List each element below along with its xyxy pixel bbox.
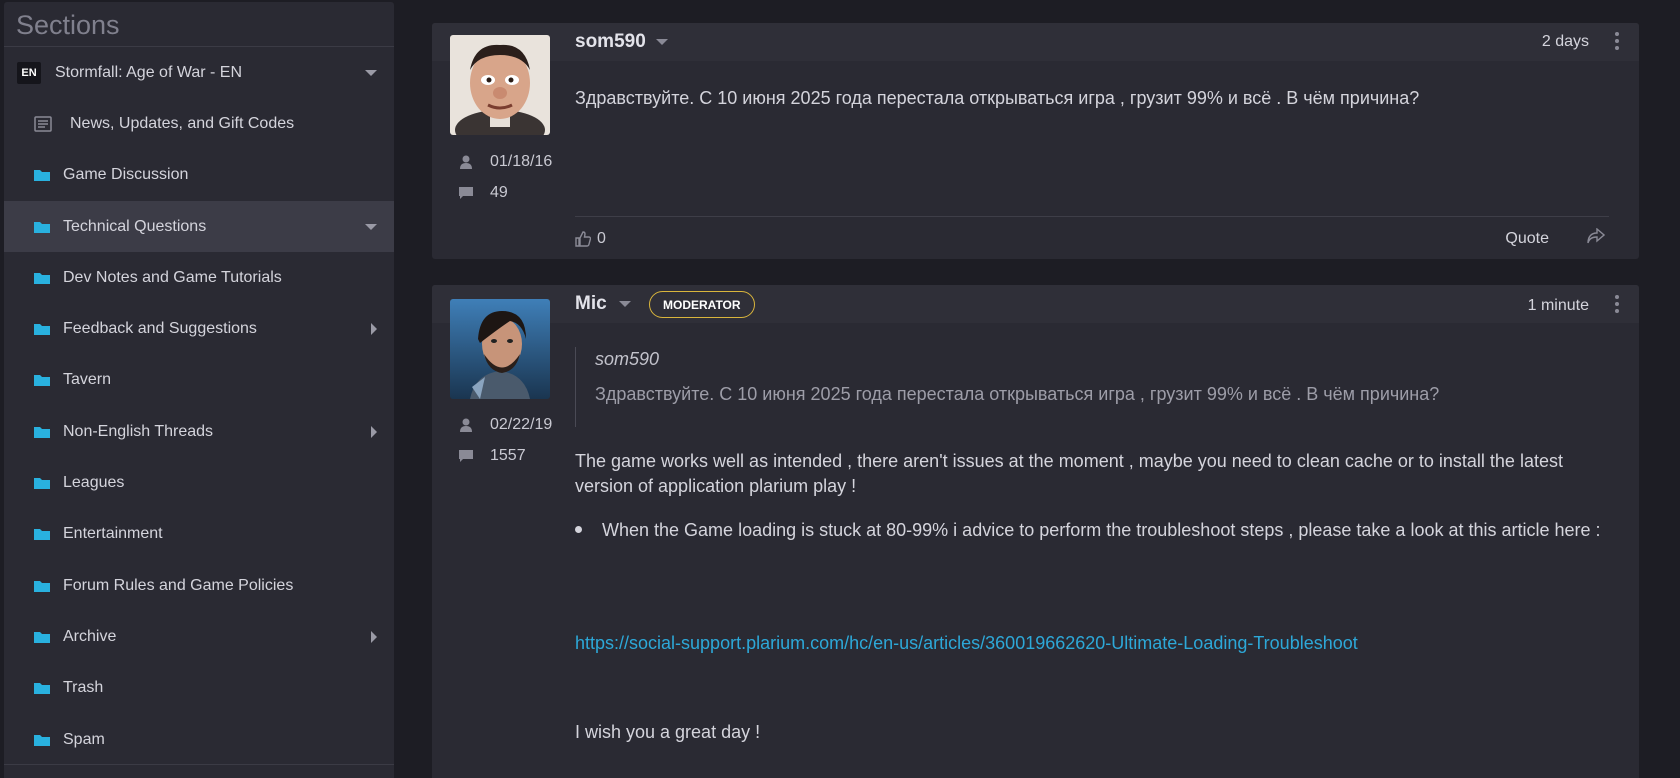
- sidebar-item-label: Spam: [63, 730, 105, 748]
- chevron-down-icon[interactable]: [364, 223, 378, 231]
- user-icon: [460, 155, 472, 169]
- user-icon: [460, 418, 472, 432]
- joined-date: 01/18/16: [490, 153, 553, 170]
- sidebar-item-dev-notes[interactable]: Dev Notes and Game Tutorials: [4, 252, 394, 303]
- sidebar-item-label: Game Discussion: [63, 166, 189, 184]
- chevron-right-icon[interactable]: [370, 322, 378, 336]
- sidebar-item-entertainment[interactable]: Entertainment: [4, 509, 394, 560]
- username[interactable]: som590: [575, 31, 646, 53]
- list-item: When the Game loading is stuck at 80-99%…: [575, 518, 1609, 543]
- sidebar-item-technical-questions[interactable]: Technical Questions: [4, 200, 394, 253]
- quote-button[interactable]: Quote: [1505, 230, 1549, 248]
- user-joined: 02/22/19: [458, 416, 552, 434]
- post-footer-divider: [575, 216, 1609, 217]
- chevron-down-icon[interactable]: [618, 300, 632, 308]
- post-time[interactable]: 2 days: [1542, 33, 1589, 51]
- sidebar-header: Sections: [4, 2, 394, 47]
- avatar-caricature-image: [450, 35, 550, 135]
- sidebar-item-label: Technical Questions: [63, 217, 207, 235]
- folder-icon: [34, 734, 50, 746]
- post-time[interactable]: 1 minute: [1528, 297, 1589, 315]
- sidebar-item-label: Entertainment: [63, 525, 163, 543]
- like-count: 0: [597, 230, 606, 247]
- chevron-right-icon[interactable]: [370, 630, 378, 644]
- sidebar-item-label: Dev Notes and Game Tutorials: [63, 268, 282, 286]
- sidebar-item-feedback[interactable]: Feedback and Suggestions: [4, 303, 394, 354]
- sidebar-divider: [4, 764, 394, 778]
- chevron-right-icon[interactable]: [370, 425, 378, 439]
- folder-icon: [34, 375, 50, 387]
- post-body: Здравствуйте. С 10 июня 2025 года перест…: [575, 88, 1420, 108]
- post-mic: Mic MODERATOR 1 minute 02/22/19 1557 som…: [432, 285, 1639, 778]
- quoted-message: som590 Здравствуйте. С 10 июня 2025 года…: [575, 347, 1609, 427]
- post-som590: som590 2 days 01/18/16 49 Здравствуйте. …: [432, 23, 1639, 259]
- sidebar-item-label: Forum Rules and Game Policies: [63, 576, 294, 594]
- folder-icon: [34, 272, 50, 284]
- bullet-icon: [575, 526, 582, 533]
- sidebar-item-spam[interactable]: Spam: [4, 714, 394, 765]
- more-options-icon[interactable]: [1615, 295, 1619, 316]
- post-count: 49: [490, 184, 508, 201]
- quoted-text: Здравствуйте. С 10 июня 2025 года перест…: [595, 384, 1440, 404]
- troubleshoot-link[interactable]: https://social-support.plarium.com/hc/en…: [575, 633, 1358, 654]
- sidebar-item-label: Leagues: [63, 474, 125, 492]
- sidebar-root-stormfall[interactable]: EN Stormfall: Age of War - EN: [4, 47, 394, 98]
- sidebar-item-label: Trash: [63, 679, 104, 697]
- sidebar-item-label: Tavern: [63, 371, 112, 389]
- sidebar-item-label: Stormfall: Age of War - EN: [55, 63, 243, 81]
- share-icon[interactable]: [1587, 228, 1605, 244]
- sidebar-title: Sections: [16, 10, 120, 40]
- folder-icon: [34, 580, 50, 592]
- user-post-count: 1557: [458, 447, 526, 465]
- user-avatar[interactable]: [450, 299, 550, 399]
- chevron-down-icon[interactable]: [364, 69, 378, 77]
- sidebar-item-trash[interactable]: Trash: [4, 663, 394, 714]
- folder-icon: [34, 170, 50, 182]
- joined-date: 02/22/19: [490, 416, 553, 433]
- folder-icon: [34, 529, 50, 541]
- sidebar-item-news[interactable]: News, Updates, and Gift Codes: [4, 98, 394, 149]
- comment-icon: [459, 187, 473, 199]
- chevron-down-icon[interactable]: [655, 38, 669, 46]
- user-joined: 01/18/16: [458, 153, 552, 171]
- folder-icon: [34, 478, 50, 490]
- sidebar-item-archive[interactable]: Archive: [4, 611, 394, 662]
- list-item-text: When the Game loading is stuck at 80-99%…: [602, 520, 1601, 540]
- avatar-warrior-image: [450, 299, 550, 399]
- sidebar-item-non-english[interactable]: Non-English Threads: [4, 406, 394, 457]
- sidebar-item-game-discussion[interactable]: Game Discussion: [4, 150, 394, 201]
- sidebar-item-leagues[interactable]: Leagues: [4, 457, 394, 508]
- more-options-icon[interactable]: [1615, 32, 1619, 53]
- sidebar-item-label: Archive: [63, 627, 117, 645]
- comment-icon: [459, 450, 473, 462]
- moderator-badge: MODERATOR: [649, 291, 755, 318]
- post-closing: I wish you a great day !: [575, 722, 761, 742]
- quoted-author: som590: [595, 349, 660, 369]
- folder-icon: [34, 426, 50, 438]
- post-count: 1557: [490, 447, 526, 464]
- user-post-count: 49: [458, 184, 508, 202]
- post-header: [432, 285, 1639, 323]
- sidebar-item-label: News, Updates, and Gift Codes: [70, 114, 295, 132]
- folder-icon: [34, 683, 50, 695]
- folder-icon: [34, 221, 50, 233]
- news-icon: [34, 116, 52, 132]
- post-paragraph: The game works well as intended , there …: [575, 451, 1563, 496]
- sidebar-item-label: Feedback and Suggestions: [63, 320, 257, 338]
- user-avatar[interactable]: [450, 35, 550, 135]
- folder-icon: [34, 324, 50, 336]
- thumbs-up-icon: [575, 231, 591, 247]
- sections-sidebar: Sections EN Stormfall: Age of War - EN N…: [4, 2, 394, 778]
- sidebar-item-forum-rules[interactable]: Forum Rules and Game Policies: [4, 560, 394, 611]
- sidebar-item-tavern[interactable]: Tavern: [4, 355, 394, 406]
- username[interactable]: Mic: [575, 293, 607, 315]
- language-badge: EN: [17, 61, 41, 84]
- sidebar-item-label: Non-English Threads: [63, 422, 214, 440]
- like-button[interactable]: 0: [575, 230, 606, 248]
- folder-icon: [34, 631, 50, 643]
